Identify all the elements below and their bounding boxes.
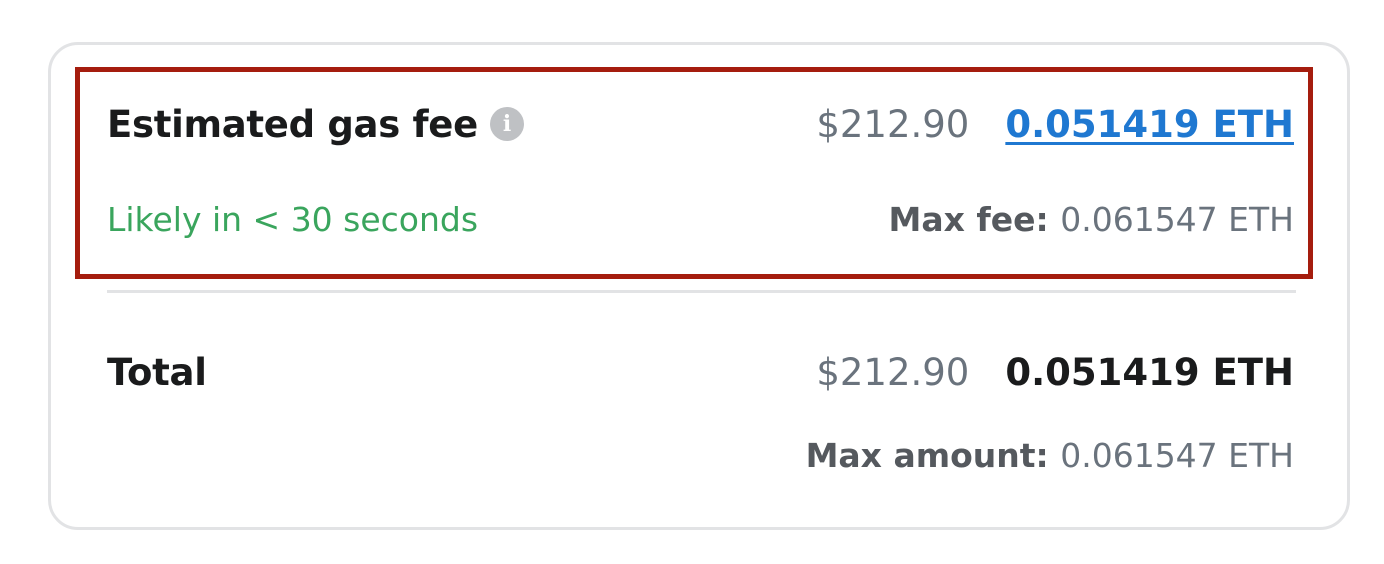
gas-fee-values: $212.90 0.051419 ETH [816, 103, 1294, 146]
gas-timing-row: Likely in < 30 seconds Max fee: 0.061547… [107, 194, 1294, 244]
total-label: Total [107, 350, 207, 394]
estimated-gas-fee-row: Estimated gas fee i $212.90 0.051419 ETH [107, 96, 1294, 152]
max-amount-label: Max amount: [805, 435, 1061, 475]
total-values: $212.90 0.051419 ETH [816, 351, 1294, 394]
total-eth-value: 0.051419 ETH [1005, 350, 1294, 394]
max-fee: Max fee: 0.061547 ETH [889, 200, 1294, 239]
total-row: Total $212.90 0.051419 ETH [107, 344, 1294, 400]
estimated-gas-fee-label: Estimated gas fee [107, 102, 478, 146]
max-amount-value: 0.061547 ETH [1060, 435, 1294, 475]
section-divider [107, 290, 1296, 293]
max-fee-label: Max fee: [888, 199, 1061, 239]
gas-fee-eth-link[interactable]: 0.051419 ETH [1005, 103, 1294, 146]
max-amount-row: Max amount: 0.061547 ETH [107, 430, 1294, 480]
max-amount: Max amount: 0.061547 ETH [806, 436, 1294, 475]
max-fee-value: 0.061547 ETH [1060, 199, 1294, 239]
estimated-gas-fee-label-group: Estimated gas fee i [107, 103, 524, 146]
info-icon[interactable]: i [489, 107, 524, 141]
gas-timing-estimate: Likely in < 30 seconds [107, 199, 479, 239]
total-fiat-value: $212.90 [816, 350, 970, 394]
gas-fee-fiat-value: $212.90 [816, 102, 970, 146]
